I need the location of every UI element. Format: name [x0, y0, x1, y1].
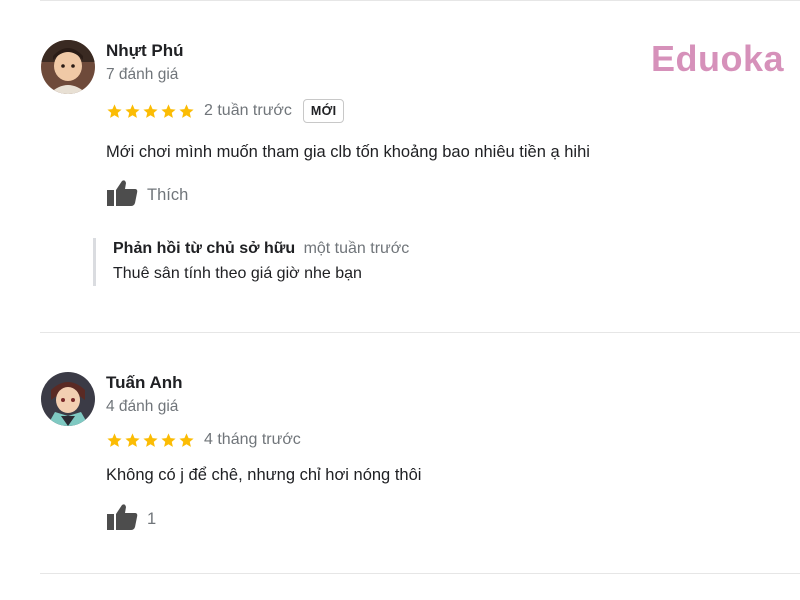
reviewer-avatar[interactable] [41, 372, 95, 426]
review-time: 2 tuần trước [204, 102, 292, 119]
review-divider [40, 332, 800, 333]
owner-reply-text: Thuê sân tính theo giá giờ nhe bạn [113, 265, 362, 282]
owner-reply-time: một tuần trước [303, 240, 410, 257]
reviewer-name[interactable]: Tuấn Anh [106, 373, 182, 393]
star-icon [143, 103, 158, 118]
star-rating [106, 103, 195, 120]
review-time: 4 tháng trước [204, 431, 301, 448]
like-button[interactable]: Thích [106, 179, 188, 212]
star-rating [106, 432, 195, 449]
owner-reply-title: Phản hồi từ chủ sở hữu [113, 240, 296, 257]
like-label: Thích [147, 186, 189, 204]
new-badge: MỚI [302, 99, 345, 123]
reviewer-name[interactable]: Nhựt Phú [106, 41, 183, 61]
review-text: Mới chơi mình muốn tham gia clb tốn khoả… [106, 143, 590, 161]
reviewer-avatar[interactable] [41, 40, 95, 94]
owner-reply: Phản hồi từ chủ sở hữu một tuần trước Th… [93, 238, 613, 286]
star-icon [179, 103, 194, 118]
eduoka-logo: Eduoka [651, 38, 785, 79]
star-icon [143, 432, 158, 447]
star-icon [125, 432, 140, 447]
review-count: 7 đánh giá [106, 66, 179, 83]
like-count: 1 [147, 510, 157, 528]
review-text: Không có j để chê, nhưng chỉ hơi nóng th… [106, 466, 422, 484]
review-divider [40, 573, 800, 574]
like-button[interactable]: 1 [106, 503, 156, 536]
star-icon [179, 432, 194, 447]
top-divider [40, 0, 800, 1]
star-icon [161, 103, 176, 118]
star-icon [107, 103, 122, 118]
rating-row: 4 tháng trước [106, 431, 301, 449]
star-icon [161, 432, 176, 447]
review-count: 4 đánh giá [106, 398, 179, 415]
star-icon [125, 103, 140, 118]
rating-row: 2 tuần trước MỚI [106, 99, 345, 123]
thumbs-up-icon [106, 503, 138, 536]
thumbs-up-icon [106, 179, 138, 212]
star-icon [107, 432, 122, 447]
